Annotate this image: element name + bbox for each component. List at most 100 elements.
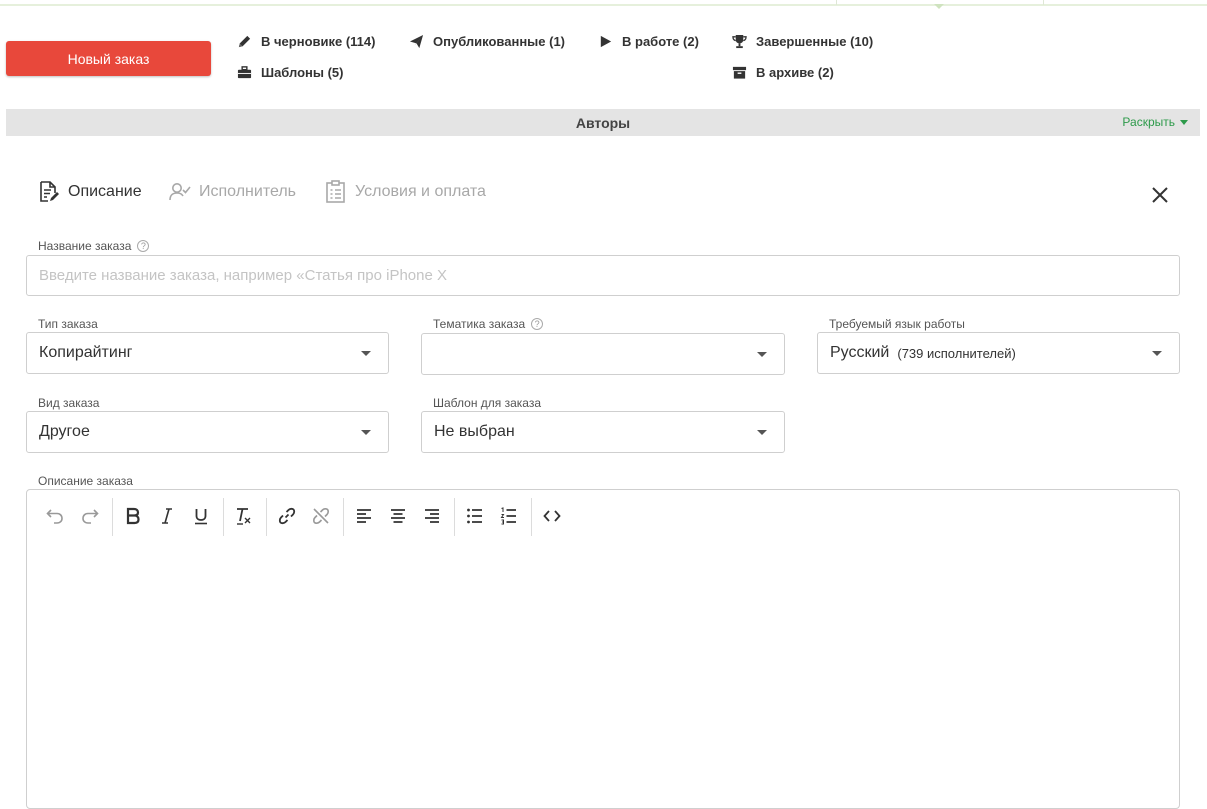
underline-button[interactable]	[189, 504, 213, 528]
unlink-button[interactable]	[309, 504, 333, 528]
align-left-button[interactable]	[352, 504, 376, 528]
code-icon	[543, 510, 561, 522]
clear-format-button[interactable]	[232, 504, 256, 528]
template-label: Шаблон для заказа	[433, 396, 541, 410]
order-name-label: Название заказа ?	[38, 239, 150, 253]
expand-label: Раскрыть	[1122, 115, 1175, 129]
language-label: Требуемый язык работы	[829, 317, 965, 331]
user-check-icon	[169, 183, 191, 201]
bold-icon	[126, 507, 140, 525]
undo-icon	[46, 509, 63, 524]
status-completed-label: Завершенные (10)	[756, 34, 874, 49]
toolbar-separator	[531, 498, 532, 536]
toolbar-separator	[454, 498, 455, 536]
order-name-input[interactable]	[26, 255, 1180, 296]
toolbar-separator	[112, 498, 113, 536]
help-icon[interactable]: ?	[531, 318, 544, 330]
top-divider-tick	[836, 0, 837, 5]
briefcase-icon	[237, 66, 252, 79]
order-topic-select[interactable]	[421, 333, 785, 375]
tab-terms-payment[interactable]: Условия и оплата	[325, 180, 486, 204]
link-icon	[278, 507, 296, 525]
template-label-text: Шаблон для заказа	[433, 396, 542, 410]
status-published-link[interactable]: Опубликованные (1)	[408, 34, 565, 49]
tab-description[interactable]: Описание	[38, 180, 142, 204]
chevron-down-icon	[361, 351, 371, 356]
bullet-list-icon	[467, 508, 482, 524]
status-templates-label: Шаблоны (5)	[261, 65, 344, 80]
order-kind-label-text: Вид заказа	[38, 396, 100, 410]
order-topic-label-text: Тематика заказа	[433, 317, 526, 331]
status-published-label: Опубликованные (1)	[433, 34, 566, 49]
chevron-down-icon	[1152, 351, 1162, 356]
authors-title: Авторы	[575, 115, 631, 131]
receipt-icon	[326, 180, 345, 203]
toolbar-separator	[223, 498, 224, 536]
new-order-button[interactable]: Новый заказ	[6, 41, 211, 76]
description-editor[interactable]	[26, 489, 1180, 809]
order-name-label-text: Название заказа	[38, 239, 132, 253]
tab-terms-payment-label: Условия и оплата	[355, 183, 486, 200]
play-icon	[600, 35, 612, 48]
tab-performer[interactable]: Исполнитель	[169, 180, 296, 204]
order-kind-label: Вид заказа	[38, 396, 99, 410]
numbered-list-icon	[500, 507, 516, 525]
status-completed-link[interactable]: Завершенные (10)	[731, 34, 873, 49]
numbered-list-button[interactable]	[497, 504, 521, 528]
top-divider-tick	[1043, 0, 1044, 5]
bold-button[interactable]	[121, 504, 145, 528]
italic-icon	[162, 508, 172, 524]
language-label-text: Требуемый язык работы	[829, 317, 965, 331]
order-type-label: Тип заказа	[38, 317, 98, 331]
link-button[interactable]	[275, 504, 299, 528]
redo-button[interactable]	[78, 504, 102, 528]
archive-box-icon	[732, 66, 747, 79]
trophy-icon	[732, 34, 747, 49]
order-topic-label: Тематика заказа ?	[433, 317, 544, 331]
help-icon[interactable]: ?	[137, 240, 150, 252]
align-center-icon	[391, 509, 405, 523]
chevron-down-icon	[757, 352, 767, 357]
italic-button[interactable]	[155, 504, 179, 528]
close-icon[interactable]	[1149, 184, 1171, 206]
align-center-button[interactable]	[386, 504, 410, 528]
status-drafts-label: В черновике (114)	[261, 34, 376, 49]
language-value: Русский	[830, 344, 890, 361]
status-archive-label: В архиве (2)	[756, 65, 834, 80]
order-type-select[interactable]: Копирайтинг	[26, 332, 389, 374]
clear-format-icon	[237, 508, 251, 525]
pencil-icon	[238, 35, 251, 48]
top-divider	[0, 0, 1207, 9]
chevron-down-icon	[757, 430, 767, 435]
status-archive-link[interactable]: В архиве (2)	[731, 65, 834, 80]
description-label-text: Описание заказа	[38, 474, 133, 488]
unlink-icon	[313, 508, 329, 524]
chevron-down-icon	[361, 430, 371, 435]
order-kind-select[interactable]: Другое	[26, 411, 389, 453]
align-right-button[interactable]	[420, 504, 444, 528]
status-in-progress-label: В работе (2)	[622, 34, 699, 49]
template-select[interactable]: Не выбран	[421, 411, 785, 453]
template-value: Не выбран	[434, 423, 515, 440]
description-label: Описание заказа	[38, 474, 133, 488]
toolbar-separator	[343, 498, 344, 536]
toolbar-separator	[266, 498, 267, 536]
order-kind-value: Другое	[39, 423, 90, 440]
redo-icon	[82, 509, 99, 524]
language-select[interactable]: Русский (739 исполнителей)	[817, 332, 1180, 374]
order-type-value: Копирайтинг	[39, 344, 133, 361]
status-drafts-link[interactable]: В черновике (114)	[236, 34, 375, 49]
underline-icon	[195, 509, 207, 525]
align-left-icon	[357, 509, 371, 523]
status-templates-link[interactable]: Шаблоны (5)	[236, 65, 343, 80]
document-edit-icon	[40, 181, 59, 202]
bullet-list-button[interactable]	[463, 504, 487, 528]
paper-plane-icon	[409, 34, 424, 49]
tab-performer-label: Исполнитель	[199, 183, 297, 200]
expand-authors-toggle[interactable]: Раскрыть	[1122, 115, 1188, 129]
code-button[interactable]	[540, 504, 564, 528]
status-in-progress-link[interactable]: В работе (2)	[597, 34, 699, 49]
undo-button[interactable]	[43, 504, 67, 528]
caret-down-icon	[1180, 119, 1188, 125]
authors-bar: Авторы Раскрыть	[6, 109, 1200, 136]
